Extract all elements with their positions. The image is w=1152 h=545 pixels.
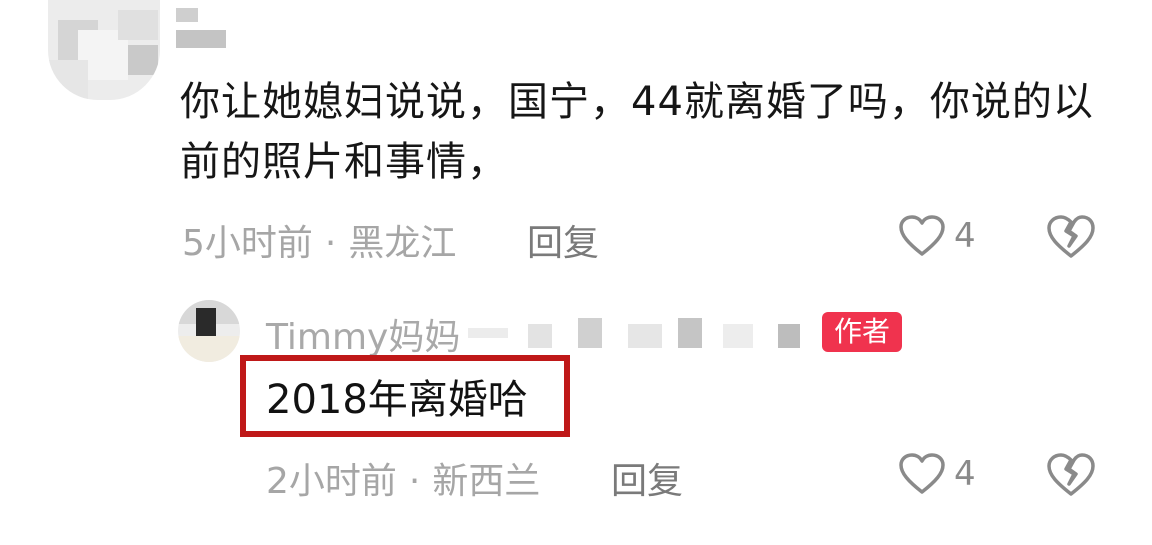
reply-time: 2小时前 bbox=[266, 461, 397, 502]
like-count: 4 bbox=[954, 454, 976, 494]
reply-location: 新西兰 bbox=[432, 461, 541, 502]
comment-time: 5小时前 bbox=[182, 223, 313, 264]
reply-button[interactable]: 回复 bbox=[611, 452, 683, 504]
broken-heart-icon[interactable] bbox=[1046, 452, 1096, 498]
like-count: 4 bbox=[954, 216, 976, 256]
commenter-name-redacted bbox=[176, 8, 226, 48]
reply-button[interactable]: 回复 bbox=[527, 214, 599, 266]
comment-text: 你让她媳妇说说，国宁，44就离婚了吗，你说的以前的照片和事情， bbox=[180, 79, 1094, 185]
reply-author-redacted bbox=[468, 318, 813, 354]
meta-separator: · bbox=[408, 461, 421, 502]
like-button[interactable]: 4 bbox=[898, 452, 976, 496]
avatar[interactable] bbox=[48, 0, 160, 100]
reply-meta: 2小时前 · 新西兰 bbox=[266, 452, 540, 504]
author-badge: 作者 bbox=[822, 312, 903, 352]
heart-outline-icon bbox=[899, 453, 945, 494]
comment-location: 黑龙江 bbox=[348, 223, 457, 264]
broken-heart-icon[interactable] bbox=[1046, 214, 1096, 260]
highlight-box: 2018年离婚哈 bbox=[240, 355, 570, 437]
reply-text: 2018年离婚哈 bbox=[266, 377, 528, 423]
reply-author-name[interactable]: Timmy妈妈 bbox=[266, 308, 460, 360]
like-button[interactable]: 4 bbox=[898, 214, 976, 258]
meta-separator: · bbox=[324, 223, 337, 264]
comment-meta: 5小时前 · 黑龙江 bbox=[182, 214, 456, 266]
comment-thread: 你让她媳妇说说，国宁，44就离婚了吗，你说的以前的照片和事情， 5小时前 · 黑龙江… bbox=[0, 0, 1152, 545]
heart-outline-icon bbox=[899, 215, 945, 256]
avatar[interactable] bbox=[178, 300, 240, 362]
